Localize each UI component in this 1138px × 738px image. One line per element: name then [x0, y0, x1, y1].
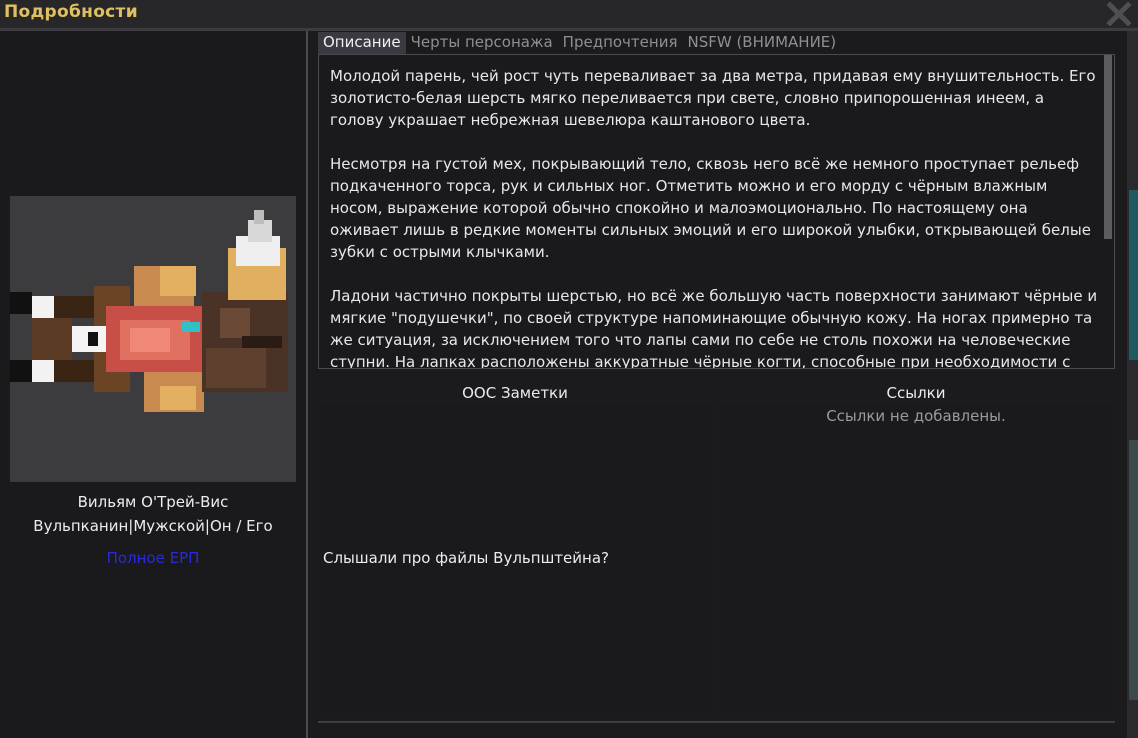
- close-button[interactable]: [1106, 1, 1132, 27]
- description-box[interactable]: Молодой парень, чей рост чуть перевалива…: [318, 54, 1115, 369]
- links-box: Ссылки не добавлены.: [717, 404, 1115, 712]
- description-paragraph: Несмотря на густой мех, покрывающий тело…: [330, 155, 1091, 261]
- character-sprite: [10, 210, 288, 412]
- description-text-area: Молодой парень, чей рост чуть перевалива…: [319, 55, 1100, 368]
- ooc-notes-box: Слышали про файлы Вульпштейна?: [318, 404, 712, 712]
- character-panel: Вильям О'Трей-Вис Вульпканин|Мужской|Он …: [0, 31, 306, 738]
- tab-preferences[interactable]: Предпочтения: [558, 32, 683, 54]
- character-info: Вульпканин|Мужской|Он / Его: [33, 517, 273, 535]
- title-bar[interactable]: Подробности: [0, 0, 1138, 28]
- character-portrait: [10, 196, 296, 482]
- window-title: Подробности: [4, 2, 138, 22]
- links-header: Ссылки: [886, 384, 946, 402]
- tab-description[interactable]: Описание: [318, 32, 406, 54]
- tab-character-traits[interactable]: Черты персонажа: [406, 32, 558, 54]
- tab-bar: Описание Черты персонажа Предпочтения NS…: [318, 32, 841, 54]
- links-empty-message: Ссылки не добавлены.: [826, 407, 1006, 425]
- description-scrollbar[interactable]: [1104, 55, 1112, 239]
- description-paragraph: Молодой парень, чей рост чуть перевалива…: [330, 67, 1096, 129]
- ooc-notes-text: Слышали про файлы Вульпштейна?: [323, 549, 609, 567]
- background-edge-detail: [1129, 190, 1138, 360]
- tab-nsfw[interactable]: NSFW (ВНИМАНИЕ): [682, 32, 841, 54]
- bottom-divider: [318, 721, 1115, 723]
- character-name: Вильям О'Трей-Вис: [77, 493, 229, 511]
- close-icon: [1106, 1, 1132, 27]
- panel-divider: [306, 31, 308, 738]
- ooc-notes-header: ООС Заметки: [462, 384, 568, 402]
- background-edge-detail: [1129, 440, 1138, 700]
- description-paragraph: Ладони частично покрыты шерстью, но всё …: [330, 287, 1098, 368]
- full-erp-link[interactable]: Полное ЕРП: [0, 549, 306, 567]
- details-window: Подробности Вильям О'Трей-Вис Вульпканин…: [0, 0, 1138, 738]
